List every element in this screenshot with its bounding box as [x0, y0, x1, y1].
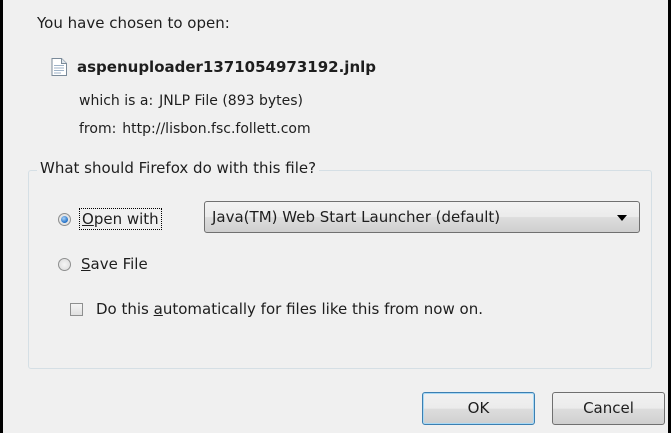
save-file-label-rest: ave File — [90, 255, 148, 273]
application-select-value: Java(TM) Web Start Launcher (default) — [212, 208, 501, 226]
file-name: aspenuploader1371054973192.jnlp — [77, 58, 377, 76]
auto-action-label-rest: utomatically for files like this from no… — [162, 300, 483, 318]
action-group-legend: What should Firefox do with this file? — [37, 159, 320, 177]
action-group: What should Firefox do with this file? O… — [28, 159, 652, 369]
save-file-option[interactable]: Save File — [58, 255, 148, 273]
auto-action-label[interactable]: Do this automatically for files like thi… — [96, 300, 483, 318]
open-with-radio[interactable] — [58, 212, 71, 226]
open-with-label[interactable]: Open with — [79, 208, 162, 230]
save-file-label[interactable]: Save File — [81, 255, 148, 273]
save-file-radio[interactable] — [58, 257, 71, 271]
file-type-label: which is a: — [79, 93, 154, 109]
auto-action-accel: a — [153, 300, 163, 318]
file-source-value: http://lisbon.fsc.follett.com — [122, 121, 311, 137]
file-source-label: from: — [79, 121, 117, 137]
dialog-heading: You have chosen to open: — [37, 14, 230, 32]
file-source-line: from: http://lisbon.fsc.follett.com — [79, 121, 311, 137]
file-type-line: which is a: JNLP File (893 bytes) — [79, 93, 303, 109]
open-with-option[interactable]: Open with — [58, 208, 162, 230]
save-file-accel: S — [81, 255, 91, 273]
auto-action-option[interactable]: Do this automatically for files like thi… — [70, 300, 483, 318]
cancel-button[interactable]: Cancel — [552, 392, 665, 425]
auto-action-checkbox[interactable] — [70, 302, 83, 316]
open-with-accel: O — [82, 210, 94, 228]
chevron-down-icon[interactable] — [617, 215, 627, 221]
open-with-label-rest: pen with — [93, 210, 159, 228]
ok-button[interactable]: OK — [422, 392, 535, 425]
file-row: aspenuploader1371054973192.jnlp — [51, 58, 376, 76]
application-select[interactable]: Java(TM) Web Start Launcher (default) — [204, 201, 640, 233]
open-file-dialog: You have chosen to open: aspenuploader13… — [0, 0, 671, 433]
file-type-value: JNLP File (893 bytes) — [159, 93, 304, 109]
jnlp-file-icon — [51, 58, 67, 76]
auto-action-label-pre: Do this — [96, 300, 154, 318]
